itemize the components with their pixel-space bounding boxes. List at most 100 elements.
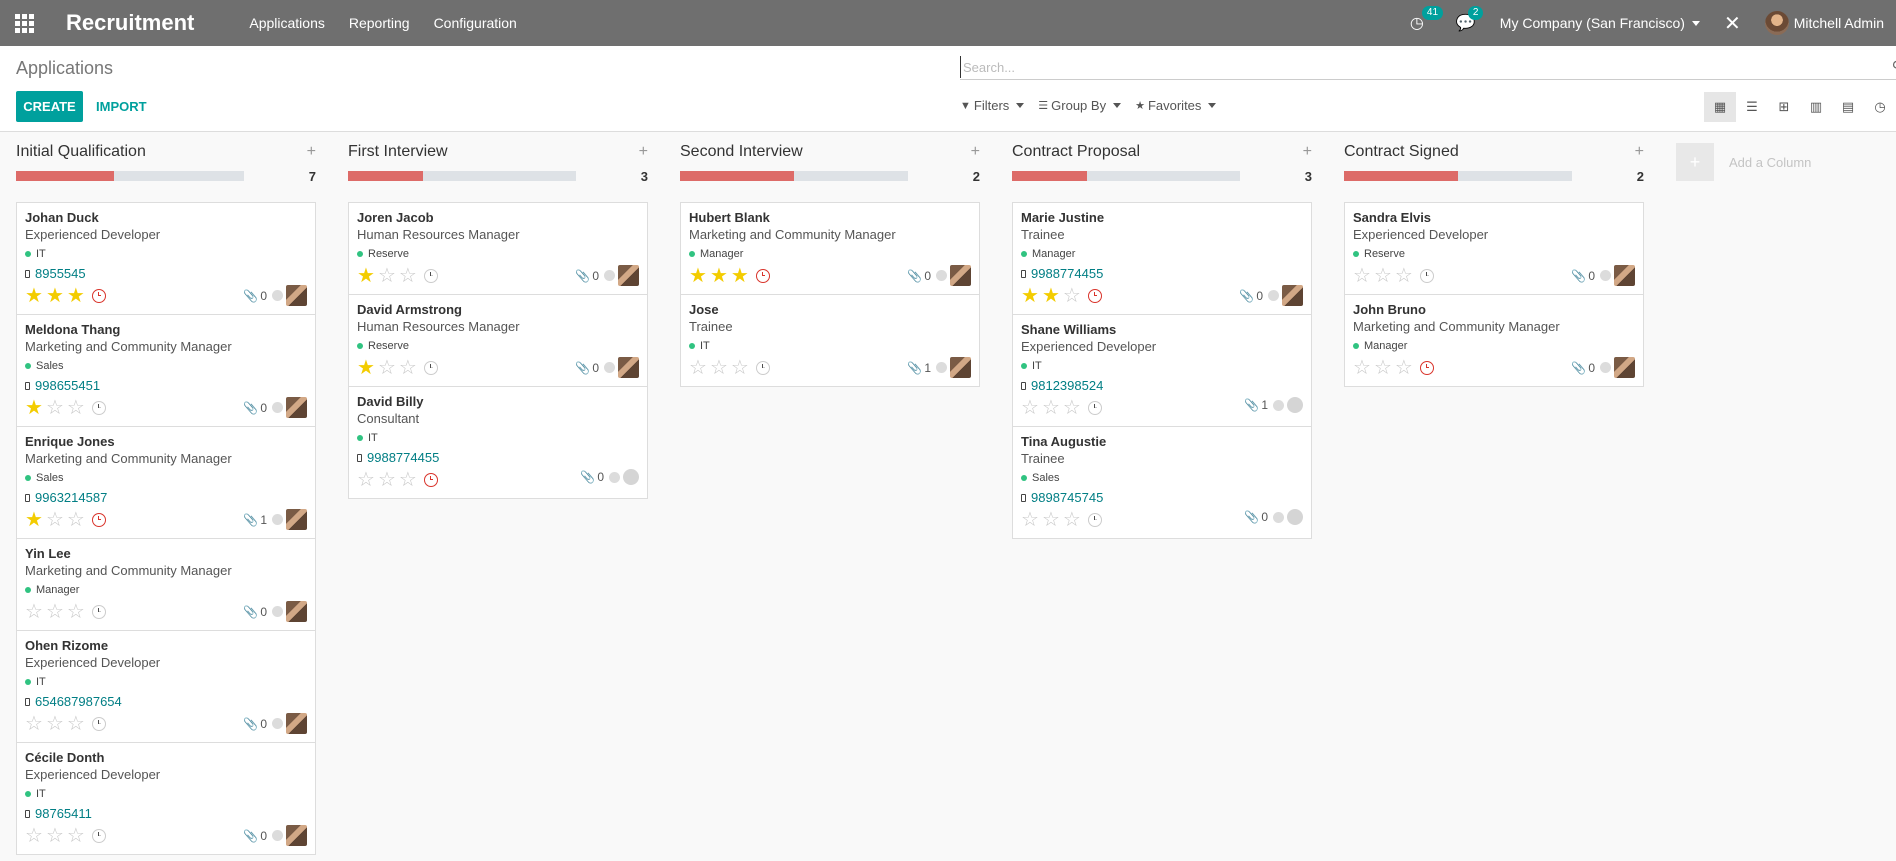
- priority-star-icon[interactable]: ☆: [1063, 398, 1081, 418]
- applicant-card[interactable]: Hubert Blank Marketing and Community Mana…: [680, 202, 980, 295]
- list-view-icon[interactable]: ☰: [1736, 92, 1768, 122]
- priority-star-icon[interactable]: ★: [710, 266, 728, 286]
- activity-menu[interactable]: ◷ 41: [1410, 6, 1444, 33]
- applicant-phone[interactable]: 98765411: [25, 804, 307, 824]
- column-progress-bar[interactable]: [16, 171, 244, 181]
- priority-star-icon[interactable]: ☆: [25, 826, 43, 846]
- activity-clock-icon[interactable]: [755, 269, 770, 283]
- priority-star-icon[interactable]: ☆: [378, 358, 396, 378]
- applicant-phone[interactable]: 8955545: [25, 264, 307, 284]
- activity-clock-icon[interactable]: [755, 361, 770, 375]
- column-header[interactable]: Initial Qualification +7: [16, 133, 316, 184]
- kanban-state-icon[interactable]: [1600, 362, 1611, 373]
- activity-clock-icon[interactable]: [1087, 401, 1102, 415]
- priority-star-icon[interactable]: ☆: [357, 470, 375, 490]
- priority-star-icon[interactable]: ☆: [1042, 510, 1060, 530]
- calendar-view-icon[interactable]: ▤: [1832, 92, 1864, 122]
- groupby-dropdown[interactable]: ☰ Group By: [1038, 98, 1122, 113]
- applicant-card[interactable]: David Billy Consultant IT 9988774455 ☆ ☆ ☆ 📎 0: [348, 386, 648, 499]
- priority-star-icon[interactable]: ☆: [1395, 266, 1413, 286]
- activity-clock-icon[interactable]: [91, 717, 106, 731]
- activity-clock-icon[interactable]: [91, 401, 106, 415]
- priority-star-icon[interactable]: ☆: [1353, 266, 1371, 286]
- applicant-card[interactable]: Meldona Thang Marketing and Community Man…: [16, 314, 316, 427]
- priority-star-icon[interactable]: ☆: [1353, 358, 1371, 378]
- graph-view-icon[interactable]: ▥: [1800, 92, 1832, 122]
- applicant-phone[interactable]: 9988774455: [1021, 264, 1303, 284]
- priority-star-icon[interactable]: ☆: [1374, 266, 1392, 286]
- applicant-phone[interactable]: 9812398524: [1021, 376, 1303, 396]
- kanban-state-icon[interactable]: [936, 362, 947, 373]
- applicant-card[interactable]: Marie Justine Trainee Manager 9988774455 ★ ★ ☆…: [1012, 202, 1312, 315]
- quick-create-icon[interactable]: +: [1635, 143, 1644, 161]
- kanban-state-icon[interactable]: [272, 514, 283, 525]
- priority-star-icon[interactable]: ☆: [1042, 398, 1060, 418]
- activity-clock-icon[interactable]: [91, 829, 106, 843]
- favorites-dropdown[interactable]: ★ Favorites: [1135, 98, 1217, 113]
- priority-star-icon[interactable]: ☆: [1021, 510, 1039, 530]
- menu-reporting[interactable]: Reporting: [349, 15, 410, 31]
- applicant-card[interactable]: Jose Trainee IT ☆ ☆ ☆ 📎 1: [680, 294, 980, 387]
- priority-star-icon[interactable]: ☆: [710, 358, 728, 378]
- priority-star-icon[interactable]: ☆: [46, 602, 64, 622]
- kanban-state-icon[interactable]: [272, 718, 283, 729]
- menu-applications[interactable]: Applications: [249, 15, 325, 31]
- create-button[interactable]: CREATE: [16, 91, 83, 122]
- priority-star-icon[interactable]: ★: [357, 358, 375, 378]
- import-button[interactable]: IMPORT: [96, 91, 147, 122]
- pivot-view-icon[interactable]: ⊞: [1768, 92, 1800, 122]
- priority-star-icon[interactable]: ★: [25, 510, 43, 530]
- priority-star-icon[interactable]: ☆: [1063, 286, 1081, 306]
- applicant-phone[interactable]: 9988774455: [357, 448, 639, 468]
- activity-clock-icon[interactable]: [423, 269, 438, 283]
- priority-star-icon[interactable]: ★: [25, 398, 43, 418]
- activity-clock-icon[interactable]: [423, 473, 438, 487]
- applicant-card[interactable]: Shane Williams Experienced Developer IT 981…: [1012, 314, 1312, 427]
- applicant-card[interactable]: Johan Duck Experienced Developer IT 8955545…: [16, 202, 316, 315]
- priority-star-icon[interactable]: ☆: [399, 358, 417, 378]
- activity-clock-icon[interactable]: [423, 361, 438, 375]
- menu-configuration[interactable]: Configuration: [434, 15, 517, 31]
- activity-clock-icon[interactable]: [91, 513, 106, 527]
- priority-star-icon[interactable]: ★: [731, 266, 749, 286]
- priority-star-icon[interactable]: ☆: [67, 602, 85, 622]
- close-icon[interactable]: ✕: [1724, 11, 1741, 36]
- priority-star-icon[interactable]: ★: [1042, 286, 1060, 306]
- priority-star-icon[interactable]: ☆: [25, 602, 43, 622]
- add-column-button[interactable]: + Add a Column: [1676, 143, 1811, 181]
- kanban-state-icon[interactable]: [1273, 399, 1284, 411]
- kanban-state-icon[interactable]: [604, 270, 615, 281]
- priority-star-icon[interactable]: ☆: [378, 470, 396, 490]
- applicant-card[interactable]: Yin Lee Marketing and Community Manager Ma…: [16, 538, 316, 631]
- priority-star-icon[interactable]: ☆: [1021, 398, 1039, 418]
- priority-star-icon[interactable]: ☆: [46, 714, 64, 734]
- kanban-state-icon[interactable]: [1268, 290, 1279, 301]
- kanban-state-icon[interactable]: [1273, 511, 1284, 523]
- priority-star-icon[interactable]: ☆: [46, 510, 64, 530]
- quick-create-icon[interactable]: +: [307, 143, 316, 161]
- activity-clock-icon[interactable]: [91, 605, 106, 619]
- applicant-card[interactable]: Ohen Rizome Experienced Developer IT 654687…: [16, 630, 316, 743]
- kanban-view-icon[interactable]: ▦: [1704, 92, 1736, 122]
- kanban-state-icon[interactable]: [1600, 270, 1611, 281]
- activity-clock-icon[interactable]: [1087, 513, 1102, 527]
- priority-star-icon[interactable]: ★: [67, 286, 85, 306]
- applicant-card[interactable]: Joren Jacob Human Resources Manager Reserv…: [348, 202, 648, 295]
- column-header[interactable]: Contract Signed +2: [1344, 133, 1644, 184]
- quick-create-icon[interactable]: +: [971, 143, 980, 161]
- priority-star-icon[interactable]: ★: [1021, 286, 1039, 306]
- priority-star-icon[interactable]: ☆: [25, 714, 43, 734]
- app-brand[interactable]: Recruitment: [66, 10, 194, 36]
- quick-create-icon[interactable]: +: [1303, 143, 1312, 161]
- priority-star-icon[interactable]: ☆: [67, 714, 85, 734]
- priority-star-icon[interactable]: ☆: [1063, 510, 1081, 530]
- column-progress-bar[interactable]: [348, 171, 576, 181]
- company-switcher[interactable]: My Company (San Francisco): [1500, 15, 1700, 31]
- column-progress-bar[interactable]: [1344, 171, 1572, 181]
- priority-star-icon[interactable]: ★: [25, 286, 43, 306]
- kanban-state-icon[interactable]: [936, 270, 947, 281]
- applicant-card[interactable]: David Armstrong Human Resources Manager Re…: [348, 294, 648, 387]
- kanban-state-icon[interactable]: [272, 606, 283, 617]
- messaging-menu[interactable]: 💬 2: [1456, 6, 1484, 33]
- priority-star-icon[interactable]: ☆: [46, 398, 64, 418]
